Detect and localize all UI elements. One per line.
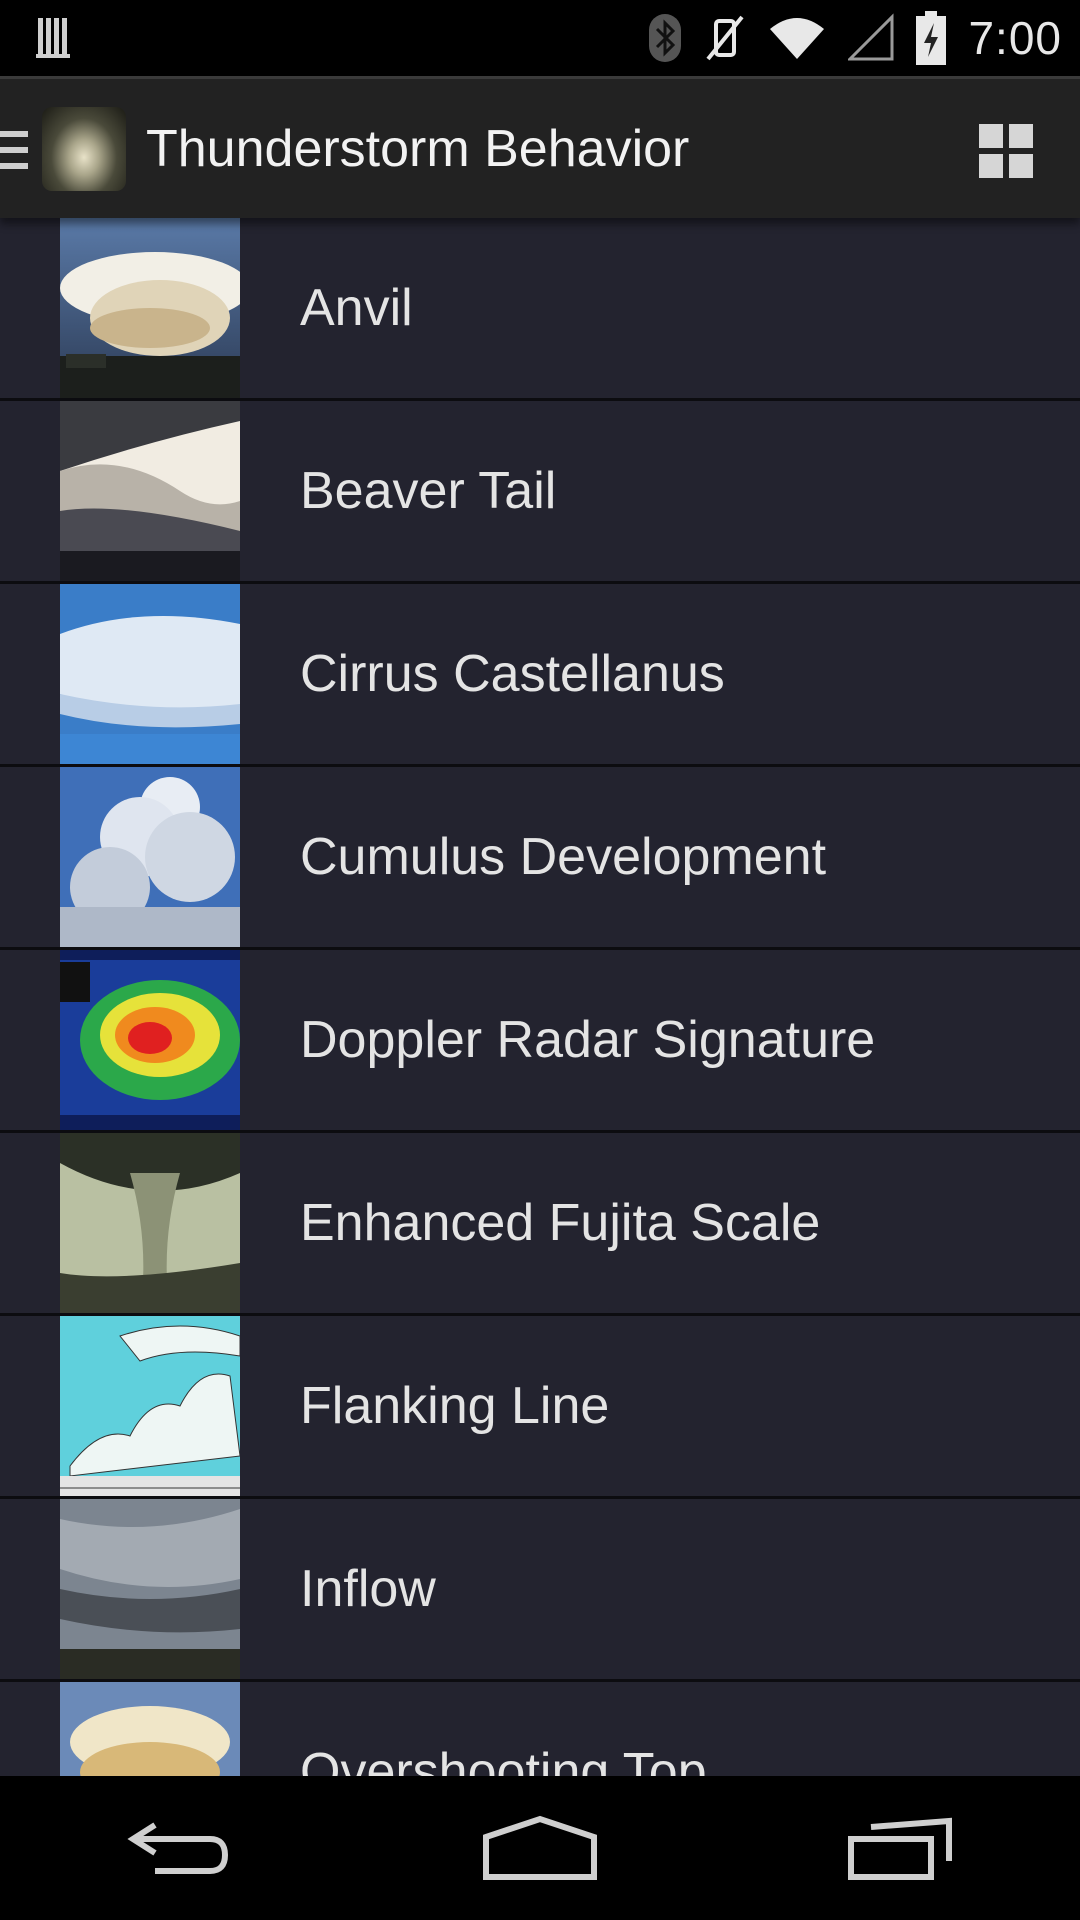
wifi-icon xyxy=(770,18,825,59)
drawer-indicator-icon[interactable] xyxy=(0,129,30,171)
list-item-beaver-tail[interactable]: Beaver Tail xyxy=(0,401,1080,584)
recents-icon xyxy=(848,1817,952,1880)
list-item-label: Anvil xyxy=(300,279,413,337)
list-item-flanking-line[interactable]: Flanking Line xyxy=(0,1316,1080,1499)
status-bar: 7:00 xyxy=(0,0,1080,76)
overshooting-top-thumbnail xyxy=(60,1682,240,1776)
back-button[interactable] xyxy=(105,1798,255,1898)
list-item-label: Cirrus Castellanus xyxy=(300,645,725,703)
inflow-thumbnail xyxy=(60,1499,240,1679)
app-icon[interactable] xyxy=(42,107,126,191)
list-item-cirrus-castellanus[interactable]: Cirrus Castellanus xyxy=(0,584,1080,767)
cirrus-castellanus-thumbnail xyxy=(60,584,240,764)
cumulus-development-thumbnail xyxy=(60,767,240,947)
list-item-label: Overshooting Top xyxy=(300,1743,707,1776)
beaver-tail-thumbnail xyxy=(60,401,240,581)
action-bar: Thunderstorm Behavior xyxy=(0,76,1080,218)
cell-signal-icon xyxy=(848,13,894,61)
anvil-thumbnail xyxy=(60,218,240,398)
flanking-line-thumbnail xyxy=(60,1316,240,1496)
list-item-label: Flanking Line xyxy=(300,1377,610,1435)
home-button[interactable] xyxy=(465,1798,615,1898)
grid-view-button[interactable] xyxy=(968,113,1044,189)
enhanced-fujita-scale-thumbnail xyxy=(60,1133,240,1313)
bluetooth-icon xyxy=(649,14,682,62)
back-icon xyxy=(127,1822,229,1874)
home-icon xyxy=(483,1815,597,1880)
notification-bars-icon xyxy=(36,18,70,58)
list-item-label: Enhanced Fujita Scale xyxy=(300,1194,821,1252)
recents-button[interactable] xyxy=(825,1798,975,1898)
list-item-overshooting-top[interactable]: Overshooting Top xyxy=(0,1682,1080,1776)
list-item-cumulus-development[interactable]: Cumulus Development xyxy=(0,767,1080,950)
list-item-label: Beaver Tail xyxy=(300,462,557,520)
list-item-enhanced-fujita-scale[interactable]: Enhanced Fujita Scale xyxy=(0,1133,1080,1316)
list-item-label: Doppler Radar Signature xyxy=(300,1011,876,1069)
list-item-inflow[interactable]: Inflow xyxy=(0,1499,1080,1682)
vibrate-mute-icon xyxy=(706,15,745,61)
grid-view-icon xyxy=(979,124,1033,178)
list-item-label: Cumulus Development xyxy=(300,828,827,886)
status-icons: 7:00 xyxy=(648,8,1062,68)
list-item-label: Inflow xyxy=(300,1560,436,1618)
clock: 7:00 xyxy=(968,12,1062,64)
list-item-doppler-radar-signature[interactable]: Doppler Radar Signature xyxy=(0,950,1080,1133)
battery-charging-icon xyxy=(916,11,947,65)
navigation-bar xyxy=(0,1776,1080,1920)
doppler-radar-thumbnail xyxy=(60,950,240,1130)
list-item-anvil[interactable]: Anvil xyxy=(0,218,1080,401)
screen: 7:00 Thunderstorm Behavior Anvil Beaver … xyxy=(0,0,1080,1920)
topic-list: Anvil Beaver Tail Cirrus Castellanus Cum… xyxy=(0,218,1080,1776)
app-title: Thunderstorm Behavior xyxy=(146,120,690,178)
